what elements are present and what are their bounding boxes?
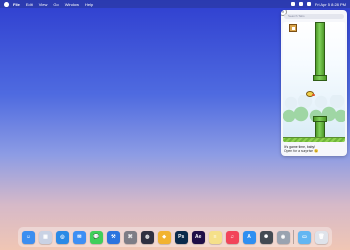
notes-icon[interactable]: ≡ — [208, 230, 222, 244]
flappy-bird-game[interactable] — [283, 22, 345, 142]
menu-view[interactable]: View — [39, 2, 48, 7]
menu-edit[interactable]: Edit — [26, 2, 33, 7]
search-icon[interactable] — [298, 2, 303, 6]
system-monitor-icon[interactable]: ◍ — [140, 230, 154, 244]
ground — [283, 137, 345, 142]
menu-bar: File Edit View Go Window Help Fri Apr 5 … — [0, 0, 350, 8]
launchpad-icon[interactable]: ▦ — [38, 230, 52, 244]
menu-help[interactable]: Help — [85, 2, 93, 7]
menu-file[interactable]: File — [13, 2, 20, 7]
finder-icon[interactable]: ☺ — [21, 230, 35, 244]
scripting-app-icon[interactable]: ⌘ — [123, 230, 137, 244]
sketch-icon[interactable]: ◆ — [157, 230, 171, 244]
messages-icon[interactable]: 💬 — [89, 230, 103, 244]
dock: ☺ ▦ ◎ ✉ 💬 ⚒ ⌘ ◍ ◆ Ps Ae ≡ ♫ A ✺ ◉ ▭ 🗑 — [18, 227, 332, 247]
safari-icon[interactable]: ◎ — [55, 230, 69, 244]
screenshot-icon[interactable]: ◉ — [276, 230, 290, 244]
music-icon[interactable]: ♫ — [225, 230, 239, 244]
app-store-icon[interactable]: A — [242, 230, 256, 244]
score-icon — [289, 24, 297, 32]
wifi-icon[interactable] — [290, 2, 295, 6]
pipe-top-cap — [313, 75, 327, 81]
search-input[interactable]: Search Tabs — [284, 14, 344, 19]
pipe-top — [315, 22, 325, 78]
chatgpt-icon[interactable]: ✺ — [259, 230, 273, 244]
trash-icon[interactable]: 🗑 — [314, 230, 328, 244]
mail-icon[interactable]: ✉ — [72, 230, 86, 244]
widget-caption: It's game time, baby! Open for a surpris… — [284, 145, 346, 153]
dock-separator — [293, 230, 294, 244]
after-effects-icon[interactable]: Ae — [191, 230, 205, 244]
caption-line-2: Open for a surprise 😉 — [284, 149, 319, 154]
apple-icon[interactable] — [4, 1, 9, 7]
control-center-icon[interactable] — [306, 2, 311, 6]
menu-window[interactable]: Window — [65, 2, 79, 7]
folder-icon[interactable]: ▭ — [297, 230, 311, 244]
photoshop-icon[interactable]: Ps — [174, 230, 188, 244]
game-widget: × Search Tabs It's game time, baby! Open… — [281, 10, 347, 156]
menubar-clock[interactable]: Fri Apr 5 8:28 PM — [315, 2, 346, 7]
bird-icon — [306, 91, 315, 97]
pipe-bottom — [315, 121, 325, 138]
xcode-icon[interactable]: ⚒ — [106, 230, 120, 244]
menu-go[interactable]: Go — [53, 2, 58, 7]
